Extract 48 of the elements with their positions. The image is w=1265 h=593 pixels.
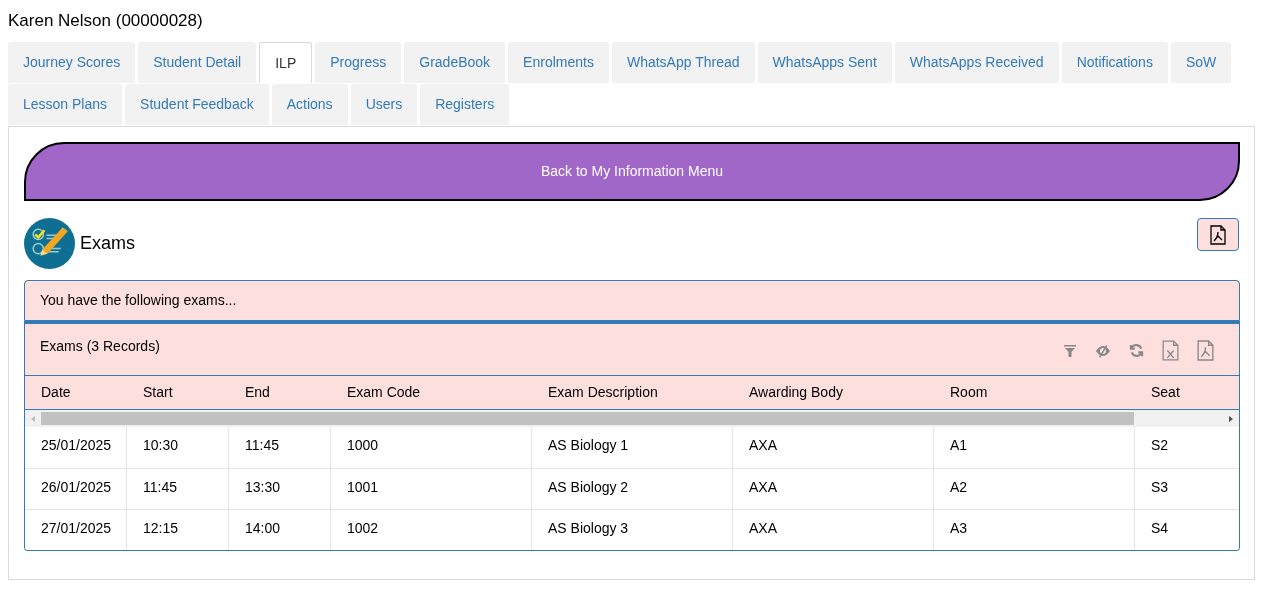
tab[interactable]: Journey Scores (8, 42, 136, 83)
refresh-icon[interactable] (1129, 343, 1144, 358)
pdf-file-icon (1197, 340, 1214, 361)
tab[interactable]: Progress (315, 42, 402, 83)
table-cell-text: S2 (1150, 436, 1170, 455)
column-header[interactable]: Date (25, 376, 127, 409)
table-cell: 1002 (331, 510, 532, 550)
page-title: Karen Nelson (00000028) (8, 10, 204, 32)
horizontal-scrollbar[interactable] (25, 410, 1239, 427)
tab[interactable]: Registers (420, 84, 510, 125)
exam-checklist-icon (24, 218, 75, 269)
grid-caption: Exams (3 Records) (40, 337, 160, 356)
column-header[interactable]: End (229, 376, 331, 409)
column-header[interactable]: Start (127, 376, 229, 409)
tab[interactable]: Student Feedback (125, 84, 269, 125)
filter-icon[interactable] (1063, 343, 1077, 358)
table-cell: AXA (733, 510, 934, 550)
tab[interactable]: Users (350, 84, 418, 125)
table-cell: A3 (934, 510, 1135, 550)
table-cell: AS Biology 3 (532, 510, 733, 550)
column-header[interactable]: Room (934, 376, 1135, 409)
tab[interactable]: WhatsApps Received (894, 42, 1059, 83)
table-cell: 14:00 (229, 510, 331, 550)
tab[interactable]: GradeBook (404, 42, 506, 83)
table-cell-text: S3 (1150, 478, 1170, 497)
tab[interactable]: ILP (259, 42, 313, 83)
column-header[interactable]: Exam Description (532, 376, 733, 409)
tab[interactable]: SoW (1170, 42, 1232, 83)
section-title: Exams (80, 232, 135, 255)
eye-slash-icon[interactable] (1095, 343, 1111, 358)
table-cell: 12:15 (127, 510, 229, 550)
column-header[interactable]: Seat (1135, 376, 1239, 409)
tab[interactable]: WhatsApp Thread (611, 42, 755, 83)
tab[interactable]: WhatsApps Sent (757, 42, 892, 83)
column-header[interactable]: Awarding Body (733, 376, 934, 409)
tab[interactable]: Lesson Plans (8, 84, 123, 125)
export-pdf-button[interactable] (1197, 218, 1239, 251)
excel-file-icon[interactable] (1162, 340, 1179, 361)
column-header[interactable]: Exam Code (331, 376, 532, 409)
tab[interactable]: Actions (271, 84, 348, 125)
back-button[interactable]: Back to My Information Menu (24, 142, 1240, 201)
table-cell: 27/01/2025 (25, 510, 127, 550)
tab[interactable]: Enrolments (508, 42, 609, 83)
notice: You have the following exams... (24, 280, 1240, 321)
tab[interactable]: Student Detail (138, 42, 257, 83)
tab[interactable]: Notifications (1061, 42, 1168, 83)
pdf-icon (1210, 224, 1226, 245)
table-cell-text: S4 (1150, 519, 1170, 538)
